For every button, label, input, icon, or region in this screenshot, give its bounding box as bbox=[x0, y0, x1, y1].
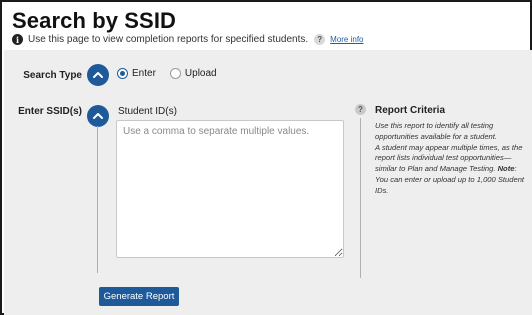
search-type-radio-group: Enter Upload bbox=[117, 68, 231, 79]
chevron-up-icon bbox=[93, 72, 103, 78]
search-panel: Search Type Enter Upload Enter SSID(s) S… bbox=[4, 50, 532, 315]
generate-report-button[interactable]: Generate Report bbox=[99, 287, 179, 306]
report-criteria-help-icon[interactable]: ? bbox=[355, 104, 366, 115]
timeline-line bbox=[97, 126, 98, 273]
page-header: Search by SSID i Use this page to view c… bbox=[12, 8, 520, 45]
criteria-text-1: Use this report to identify all testing … bbox=[375, 121, 498, 141]
more-info-link[interactable]: More info bbox=[330, 35, 363, 44]
info-icon: i bbox=[12, 34, 23, 45]
radio-enter[interactable] bbox=[117, 68, 128, 79]
enter-ssid-collapse-button[interactable] bbox=[87, 105, 109, 127]
page-intro: i Use this page to view completion repor… bbox=[12, 34, 364, 45]
intro-text: Use this page to view completion reports… bbox=[28, 34, 309, 45]
criteria-note-label: Note bbox=[497, 164, 515, 174]
radio-upload[interactable] bbox=[169, 68, 181, 79]
help-icon[interactable]: ? bbox=[314, 34, 326, 45]
chevron-up-icon bbox=[93, 113, 103, 119]
page-title: Search by SSID bbox=[12, 8, 177, 33]
search-type-collapse-button[interactable] bbox=[87, 64, 109, 86]
report-criteria-text: Use this report to identify all testing … bbox=[375, 121, 525, 197]
student-ids-label: Student ID(s) bbox=[118, 106, 177, 117]
enter-ssid-label: Enter SSID(s) bbox=[18, 106, 82, 117]
radio-upload-label[interactable]: Upload bbox=[185, 68, 217, 79]
search-type-label: Search Type bbox=[23, 70, 82, 81]
report-criteria-title: Report Criteria bbox=[375, 105, 446, 116]
student-ids-input[interactable] bbox=[116, 120, 344, 258]
radio-enter-label[interactable]: Enter bbox=[132, 68, 156, 79]
page-frame: Search by SSID i Use this page to view c… bbox=[0, 0, 532, 315]
criteria-divider bbox=[360, 118, 361, 278]
